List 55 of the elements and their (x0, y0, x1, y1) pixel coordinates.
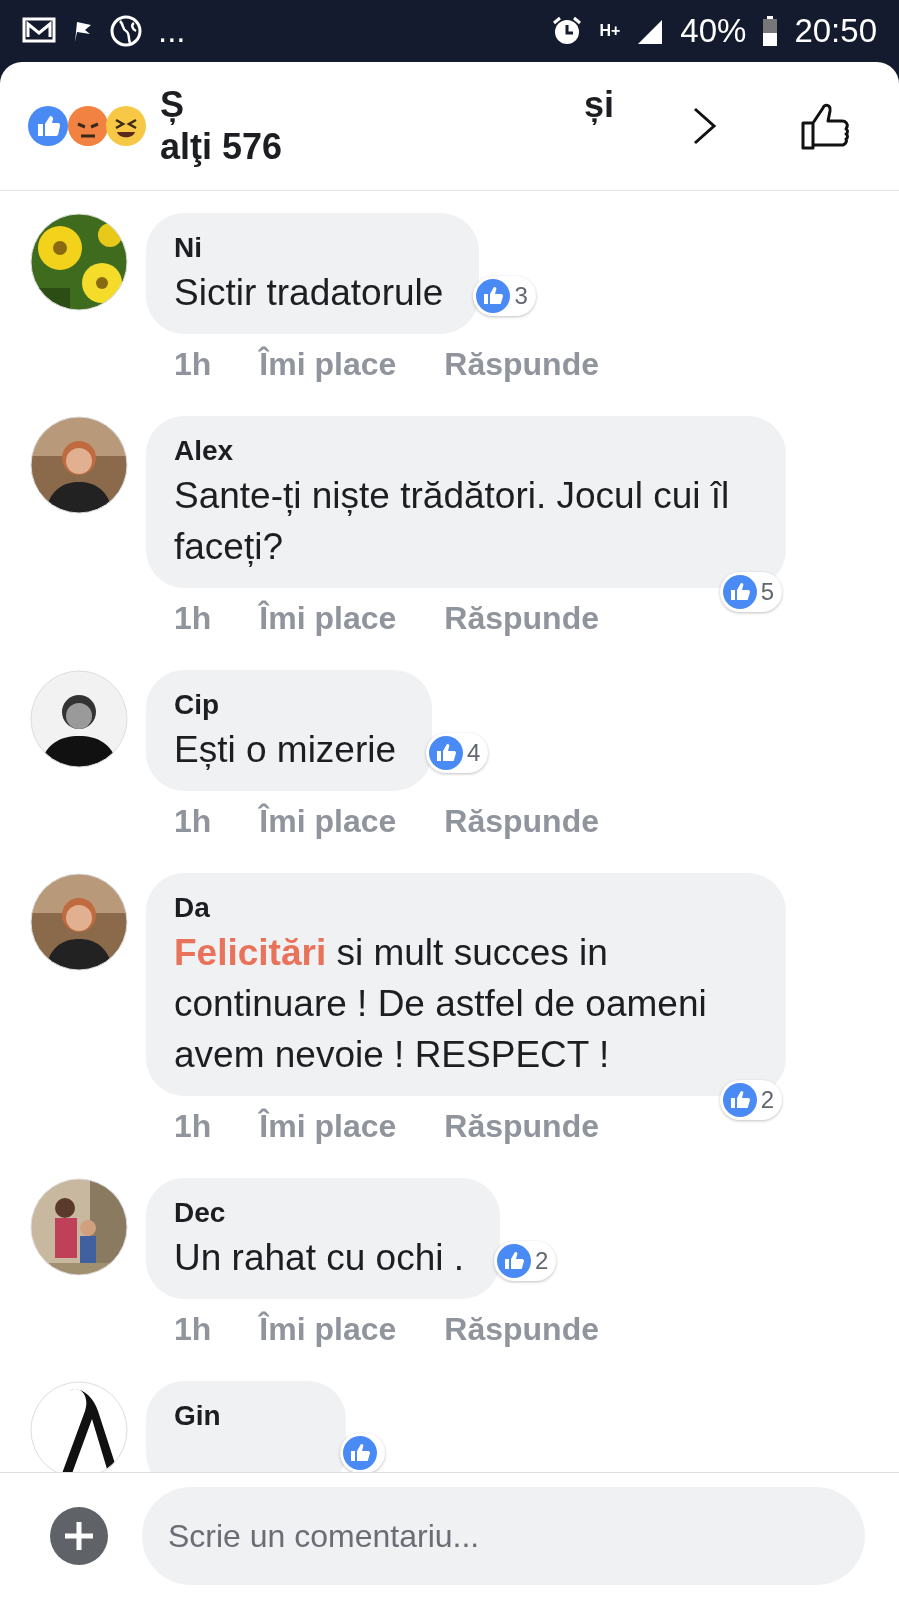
add-icon[interactable] (50, 1507, 108, 1565)
comment-text: Felicitări si mult succes in continuare ! De astfel de oameni avem nevoie ! RESPECT ! (174, 931, 708, 1077)
like-link[interactable]: Îmi place (259, 598, 397, 638)
reply-link[interactable]: Răspunde (444, 598, 599, 638)
battery-percent: 40% (680, 12, 747, 50)
clock: 20:50 (794, 12, 877, 50)
reactions-icon (26, 104, 148, 148)
reply-link[interactable]: Răspunde (444, 1309, 599, 1349)
battery-icon (762, 16, 779, 46)
more-notifications: ... (158, 12, 186, 50)
reactors-name: Ș (160, 84, 184, 126)
mail-icon (22, 17, 56, 45)
chevron-right-icon[interactable] (692, 106, 718, 146)
reactors-conjunction: și (584, 84, 615, 126)
commenter-name[interactable]: Da (174, 889, 750, 927)
like-count-badge[interactable]: 3 (473, 276, 536, 316)
network-type: H+ (599, 23, 621, 39)
like-count-badge[interactable]: 4 (426, 733, 489, 773)
comment-time: 1h (174, 345, 212, 384)
comment-text: Sante-ți niște trădători. Jocul cui îl faceți? (174, 474, 731, 569)
like-link[interactable]: Îmi place (259, 1106, 397, 1146)
comment-time: 1h (174, 1107, 212, 1146)
thumbs-up-icon[interactable] (800, 101, 852, 151)
like-count-badge[interactable]: 2 (494, 1241, 557, 1281)
reply-link[interactable]: Răspunde (444, 344, 599, 384)
comment-time: 1h (174, 1310, 212, 1349)
comment-time: 1h (174, 802, 212, 841)
commenter-name[interactable]: Gin (174, 1397, 310, 1435)
alarm-icon (551, 15, 584, 47)
like-icon (429, 736, 464, 770)
commenter-name[interactable]: Ni (174, 229, 444, 267)
like-icon (722, 1083, 757, 1117)
like-link[interactable]: Îmi place (259, 344, 397, 384)
comment-text: Ești o mizerie (174, 728, 397, 772)
signal-icon (636, 18, 665, 44)
reply-link[interactable]: Răspunde (444, 1106, 599, 1146)
like-count-badge[interactable] (340, 1433, 385, 1472)
comment-input[interactable]: Scrie un comentariu... (142, 1487, 865, 1585)
commenter-name[interactable]: Dec (174, 1194, 464, 1232)
comment-text: Sictir tradatorule (174, 271, 444, 315)
reactors-count: alţi 576 (160, 126, 284, 168)
like-icon (722, 575, 757, 609)
commenter-name[interactable]: Cip (174, 686, 397, 724)
like-link[interactable]: Îmi place (259, 1309, 397, 1349)
globe-icon (110, 15, 142, 47)
like-icon (343, 1436, 377, 1470)
like-count-badge[interactable]: 5 (719, 572, 782, 612)
like-count-badge[interactable]: 2 (719, 1080, 782, 1120)
reply-link[interactable]: Răspunde (444, 801, 599, 841)
like-icon (497, 1244, 531, 1278)
comment-time: 1h (174, 599, 212, 638)
commenter-name[interactable]: Alex (174, 432, 750, 470)
like-link[interactable]: Îmi place (259, 801, 397, 841)
like-icon (476, 279, 511, 313)
comment-text: Un rahat cu ochi . (174, 1236, 464, 1280)
